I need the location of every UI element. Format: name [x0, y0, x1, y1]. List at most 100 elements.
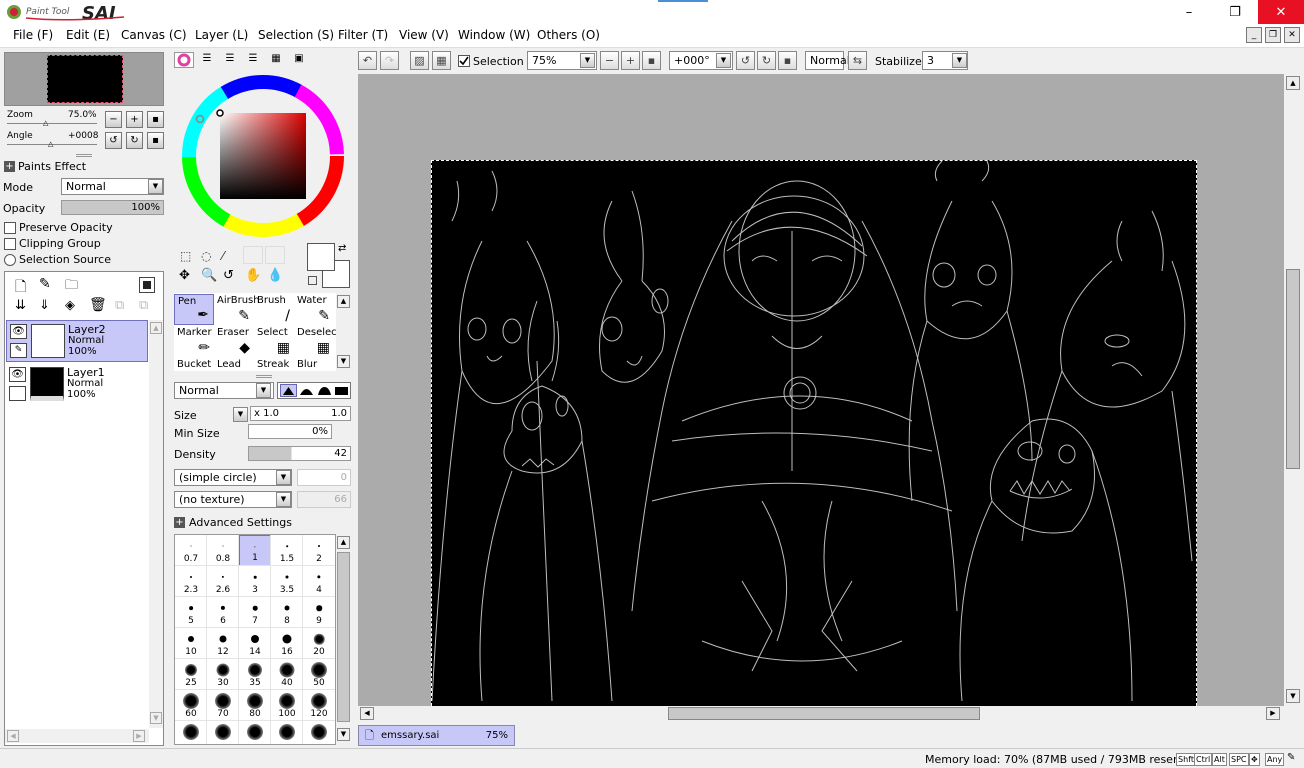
- rotate-icon[interactable]: ↺: [223, 268, 234, 283]
- menu-filter[interactable]: Filter (T): [338, 28, 388, 42]
- zoom-out-button[interactable]: −: [600, 51, 619, 70]
- brush-size-cell[interactable]: [303, 721, 335, 744]
- visibility-eye-icon[interactable]: 👁: [9, 367, 26, 382]
- scroll-right-button[interactable]: ▶: [1266, 707, 1280, 720]
- brush-size-cell[interactable]: 12: [207, 628, 239, 659]
- brush-grid-scrollbar[interactable]: ▲ ▼: [336, 534, 352, 745]
- nav-zoom-out-button[interactable]: −: [105, 111, 122, 128]
- horizontal-scroll-thumb[interactable]: [668, 707, 980, 720]
- undo-button[interactable]: ↶: [358, 51, 377, 70]
- brush-size-cell[interactable]: 5: [175, 597, 207, 628]
- angle-slider-handle[interactable]: △: [48, 140, 53, 148]
- hsv-slider-tab[interactable]: ☰: [220, 52, 240, 68]
- brush-texture-strength[interactable]: 66: [297, 491, 351, 508]
- layer-hscrollbar[interactable]: ◀ ▶: [5, 729, 149, 743]
- deselect-button[interactable]: ▨: [410, 51, 429, 70]
- new-folder-icon[interactable]: 🗀: [65, 276, 78, 298]
- drawing-canvas[interactable]: [431, 160, 1197, 706]
- brush-shape-strength[interactable]: 0: [297, 469, 351, 486]
- merge-down-icon[interactable]: ⇓: [39, 298, 50, 313]
- brush-size-cell[interactable]: 3.5: [271, 566, 303, 597]
- tool-grid-scrollbar[interactable]: ▲ ▼: [336, 293, 352, 371]
- brush-size-cell[interactable]: 16: [271, 628, 303, 659]
- primary-color-swatch[interactable]: [307, 243, 335, 271]
- zoom-dropdown-arrow[interactable]: ▼: [580, 53, 595, 68]
- tool-lead[interactable]: Lead: [214, 358, 254, 371]
- zoom-slider[interactable]: [7, 123, 97, 124]
- menu-others[interactable]: Others (O): [537, 28, 600, 42]
- brush-size-cell[interactable]: 100: [271, 690, 303, 721]
- tool-eraser[interactable]: Eraser ◆: [214, 326, 254, 357]
- brush-size-cell[interactable]: 3: [239, 566, 271, 597]
- size-slider[interactable]: x 1.0 1.0: [250, 406, 351, 421]
- rotate-right-button[interactable]: ↻: [757, 51, 776, 70]
- zoom-icon[interactable]: 🔍: [201, 268, 217, 283]
- opacity-slider[interactable]: 100%: [61, 200, 164, 215]
- tool-splitter[interactable]: [256, 375, 272, 378]
- selection-source-radio[interactable]: [4, 254, 16, 266]
- menu-canvas[interactable]: Canvas (C): [121, 28, 187, 42]
- tip-round[interactable]: [299, 385, 314, 396]
- layer-mask-button[interactable]: [139, 277, 155, 293]
- brush-size-cell[interactable]: 40: [271, 659, 303, 690]
- tip-sharp[interactable]: [280, 384, 297, 397]
- zoom-in-button[interactable]: +: [621, 51, 640, 70]
- new-layer-icon[interactable]: 🗋: [15, 276, 26, 300]
- layer-edit-pen-icon[interactable]: ✎: [10, 343, 27, 358]
- tool-marker[interactable]: Marker ✏: [174, 326, 214, 357]
- brush-size-cell[interactable]: 120: [303, 690, 335, 721]
- scroll-up-button[interactable]: ▲: [1286, 76, 1300, 90]
- brush-size-cell[interactable]: 8: [271, 597, 303, 628]
- brush-size-cell[interactable]: 1: [239, 535, 271, 566]
- brush-size-cell[interactable]: 10: [175, 628, 207, 659]
- menu-view[interactable]: View (V): [399, 28, 449, 42]
- rotate-reset-button[interactable]: ▪: [778, 51, 797, 70]
- magic-wand-icon[interactable]: ⁄: [222, 249, 224, 263]
- tool-blur[interactable]: Blur: [294, 358, 334, 371]
- brush-size-cell[interactable]: [271, 721, 303, 744]
- clipping-group-checkbox[interactable]: [4, 238, 16, 250]
- invert-selection-button[interactable]: ▦: [432, 51, 451, 70]
- document-tab[interactable]: 🗋 emssary.sai 75%: [358, 725, 515, 746]
- flip-button[interactable]: ⇆: [848, 51, 867, 70]
- rgb-slider-tab[interactable]: ☰: [197, 52, 217, 68]
- tool-pen[interactable]: Pen ✒: [174, 294, 214, 325]
- view-mode-select[interactable]: Normal: [805, 51, 850, 70]
- transfer-down-icon[interactable]: ⇊: [15, 298, 26, 313]
- brush-size-cell[interactable]: 25: [175, 659, 207, 690]
- canvas-vertical-scrollbar[interactable]: ▲ ▼: [1284, 74, 1302, 706]
- brush-size-cell[interactable]: 70: [207, 690, 239, 721]
- tool-airbrush[interactable]: AirBrush ✎: [214, 294, 260, 325]
- brush-size-cell[interactable]: 1.5: [271, 535, 303, 566]
- advanced-expand-icon[interactable]: +: [174, 517, 185, 528]
- brush-size-cell[interactable]: [207, 721, 239, 744]
- nav-zoom-in-button[interactable]: +: [126, 111, 143, 128]
- selection-checkbox[interactable]: [458, 55, 470, 67]
- nav-rotate-reset-button[interactable]: ▪: [147, 132, 164, 149]
- navigator[interactable]: [4, 52, 164, 106]
- panel-splitter[interactable]: [76, 154, 92, 157]
- layer-edit-empty[interactable]: [9, 386, 26, 401]
- layer-extra-icon-2[interactable]: ⧉: [139, 298, 148, 313]
- scroll-down-button[interactable]: ▼: [1286, 689, 1300, 703]
- menu-file[interactable]: File (F): [13, 28, 53, 42]
- tip-soft[interactable]: [317, 385, 332, 396]
- minimize-button[interactable]: –: [1166, 0, 1212, 24]
- brush-size-cell[interactable]: 6: [207, 597, 239, 628]
- brush-size-cell[interactable]: 30: [207, 659, 239, 690]
- nav-rotate-left-button[interactable]: ↺: [105, 132, 122, 149]
- color-wheel-tab[interactable]: [174, 52, 194, 68]
- tool-brush[interactable]: Brush /: [254, 294, 294, 325]
- density-slider[interactable]: 42: [248, 446, 351, 461]
- zoom-slider-handle[interactable]: △: [43, 119, 48, 127]
- new-linework-layer-icon[interactable]: ✎: [39, 276, 51, 292]
- min-size-slider[interactable]: 0%: [248, 424, 332, 439]
- tool-select[interactable]: Select ▦: [254, 326, 294, 357]
- layer-row[interactable]: 👁 ✎ Layer2 Normal 100%: [6, 320, 148, 362]
- brush-shape-select[interactable]: (simple circle): [174, 469, 292, 486]
- mdi-close-button[interactable]: ✕: [1284, 27, 1300, 43]
- size-mult-arrow[interactable]: ▼: [233, 407, 248, 422]
- menu-layer[interactable]: Layer (L): [195, 28, 248, 42]
- brush-size-cell[interactable]: 0.8: [207, 535, 239, 566]
- brush-size-cell[interactable]: 0.7: [175, 535, 207, 566]
